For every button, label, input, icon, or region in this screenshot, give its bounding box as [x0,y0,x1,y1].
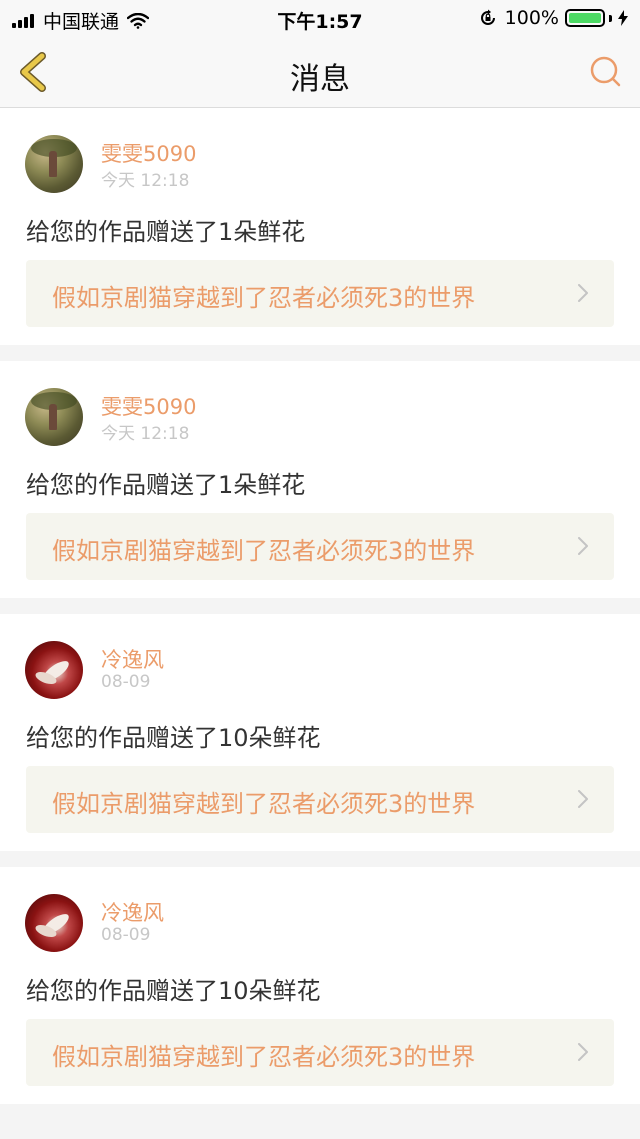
message-card: 冷逸风 08-09 给您的作品赠送了10朵鲜花 假如京剧猫穿越到了忍者必须死3的… [0,614,640,851]
battery-cap [609,14,612,22]
timestamp: 今天 12:18 [101,171,190,191]
message-card: 冷逸风 08-09 给您的作品赠送了10朵鲜花 假如京剧猫穿越到了忍者必须死3的… [0,867,640,1104]
timestamp: 今天 12:18 [101,424,190,444]
work-title: 假如京剧猫穿越到了忍者必须死3的世界 [52,1043,476,1071]
avatar[interactable] [25,388,83,446]
message-text: 给您的作品赠送了1朵鲜花 [26,218,306,246]
rotation-lock-icon [479,9,505,27]
work-link[interactable]: 假如京剧猫穿越到了忍者必须死3的世界 [26,513,614,580]
message-text: 给您的作品赠送了10朵鲜花 [26,724,321,752]
work-title: 假如京剧猫穿越到了忍者必须死3的世界 [52,537,476,565]
avatar[interactable] [25,894,83,952]
timestamp: 08-09 [101,925,151,945]
search-button[interactable] [588,54,624,90]
work-title: 假如京剧猫穿越到了忍者必须死3的世界 [52,284,476,312]
message-text: 给您的作品赠送了1朵鲜花 [26,471,306,499]
chevron-right-icon [578,537,588,555]
battery-icon [565,9,605,27]
work-title: 假如京剧猫穿越到了忍者必须死3的世界 [52,790,476,818]
username[interactable]: 雯雯5090 [101,391,196,421]
search-icon [588,54,624,90]
work-link[interactable]: 假如京剧猫穿越到了忍者必须死3的世界 [26,260,614,327]
timestamp: 08-09 [101,672,151,692]
charging-icon [618,10,628,26]
chevron-right-icon [578,790,588,808]
work-link[interactable]: 假如京剧猫穿越到了忍者必须死3的世界 [26,766,614,833]
status-right: 100% [479,7,628,29]
avatar[interactable] [25,641,83,699]
chevron-right-icon [578,1043,588,1061]
username[interactable]: 冷逸风 [101,644,164,674]
battery-percent: 100% [504,7,559,29]
avatar[interactable] [25,135,83,193]
page-title: 消息 [290,62,350,97]
username[interactable]: 冷逸风 [101,897,164,927]
message-text: 给您的作品赠送了10朵鲜花 [26,977,321,1005]
work-link[interactable]: 假如京剧猫穿越到了忍者必须死3的世界 [26,1019,614,1086]
message-card: 雯雯5090 今天 12:18 给您的作品赠送了1朵鲜花 假如京剧猫穿越到了忍者… [0,108,640,345]
status-bar: 中国联通 下午1:57 100% [0,0,640,36]
nav-bar: 消息 [0,36,640,108]
username[interactable]: 雯雯5090 [101,138,196,168]
message-card: 雯雯5090 今天 12:18 给您的作品赠送了1朵鲜花 假如京剧猫穿越到了忍者… [0,361,640,598]
message-list: 雯雯5090 今天 12:18 给您的作品赠送了1朵鲜花 假如京剧猫穿越到了忍者… [0,108,640,1120]
chevron-right-icon [578,284,588,302]
